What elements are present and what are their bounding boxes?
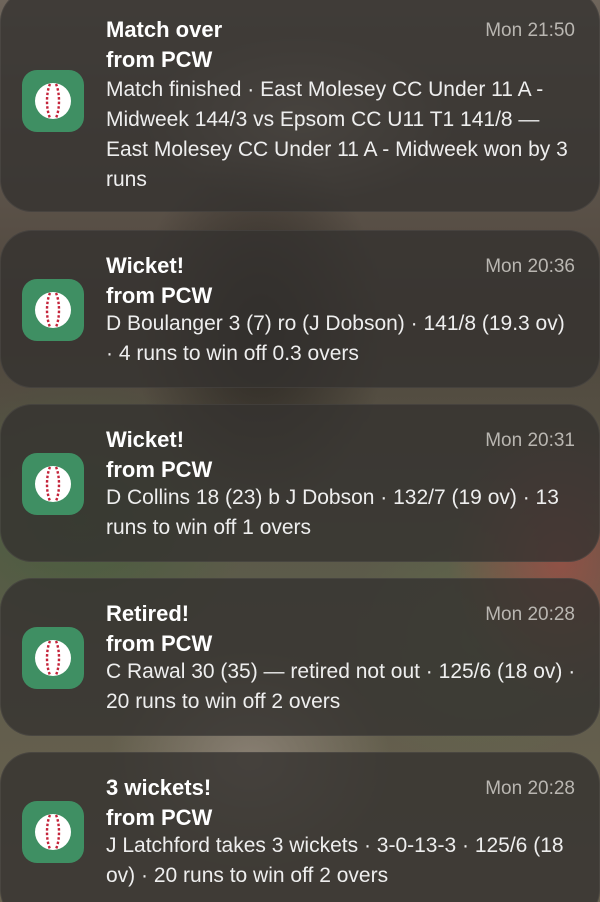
notification-body: Match finished · East Molesey CC Under 1…	[106, 78, 568, 191]
notification-time: Mon 20:31	[485, 430, 575, 451]
cricket-ball-icon	[22, 453, 84, 515]
notification-title: Match over	[106, 17, 223, 42]
cricket-ball-icon	[22, 279, 84, 341]
notification-title: 3 wickets!	[106, 775, 212, 800]
notification-title: Retired!	[106, 601, 190, 626]
notification-source: from PCW	[106, 805, 213, 830]
notification-source: from PCW	[106, 457, 213, 482]
cricket-ball-svg	[35, 466, 71, 502]
notification-source: from PCW	[106, 631, 213, 656]
cricket-ball-svg	[35, 814, 71, 850]
cricket-ball-svg	[35, 292, 71, 328]
notification-source: from PCW	[106, 47, 213, 72]
cricket-ball-icon	[22, 627, 84, 689]
cricket-ball-icon	[22, 70, 84, 132]
notification-body: D Boulanger 3 (7) ro (J Dobson) · 141/8 …	[106, 312, 565, 365]
notification-body: J Latchford takes 3 wickets · 3-0-13-3 ·…	[106, 834, 564, 887]
notification-card-retired[interactable]: Retired! Mon 20:28 from PCW C Rawal 30 (…	[0, 578, 600, 736]
notification-card-wicket-2[interactable]: Wicket! Mon 20:31 from PCW D Collins 18 …	[0, 404, 600, 562]
notification-card-three-wickets[interactable]: 3 wickets! Mon 20:28 from PCW J Latchfor…	[0, 752, 600, 902]
notification-title: Wicket!	[106, 253, 185, 278]
notification-time: Mon 20:28	[485, 604, 575, 625]
cricket-ball-icon	[22, 801, 84, 863]
notification-stack: Match over Mon 21:50 from PCW Match fini…	[0, 0, 600, 902]
notification-source: from PCW	[106, 283, 213, 308]
notification-time: Mon 20:28	[485, 778, 575, 799]
notification-body: C Rawal 30 (35) — retired not out · 125/…	[106, 660, 576, 713]
notification-body: D Collins 18 (23) b J Dobson · 132/7 (19…	[106, 486, 559, 539]
cricket-ball-svg	[35, 640, 71, 676]
notification-time: Mon 21:50	[485, 20, 575, 41]
notification-title: Wicket!	[106, 427, 185, 452]
notification-time: Mon 20:36	[485, 256, 575, 277]
notification-card-wicket-1[interactable]: Wicket! Mon 20:36 from PCW D Boulanger 3…	[0, 230, 600, 388]
cricket-ball-svg	[35, 83, 71, 119]
notification-card-match-over[interactable]: Match over Mon 21:50 from PCW Match fini…	[0, 0, 600, 212]
